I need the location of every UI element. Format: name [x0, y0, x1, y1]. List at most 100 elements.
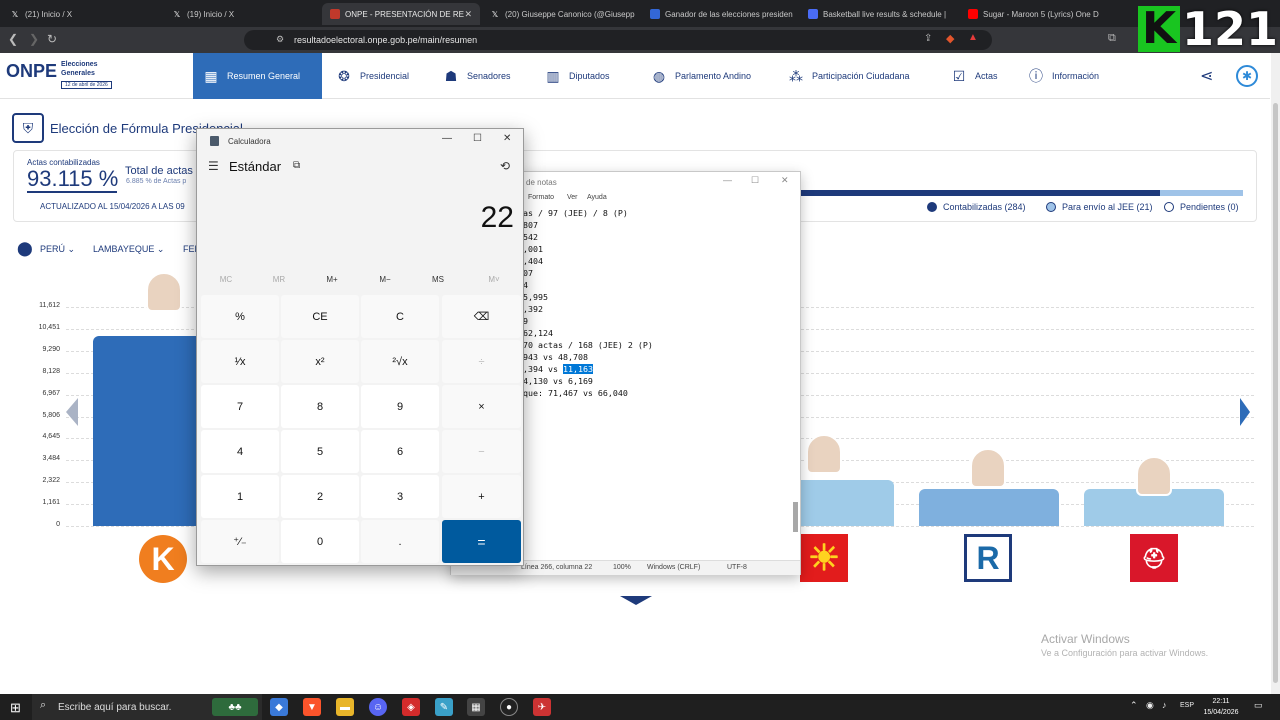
- network-icon[interactable]: ◉: [1146, 700, 1154, 711]
- square-button[interactable]: x²: [281, 340, 359, 383]
- app-icon[interactable]: ◈: [402, 698, 420, 716]
- page-scroll-thumb[interactable]: [1273, 103, 1278, 683]
- calculator-taskbar-icon[interactable]: ▦: [467, 698, 485, 716]
- accessibility-icon[interactable]: ✱: [1236, 65, 1258, 87]
- menu-ver[interactable]: Ver: [567, 194, 578, 201]
- memory-button[interactable]: M+: [312, 275, 352, 284]
- breadcrumb-lambayeque[interactable]: LAMBAYEQUE ⌄: [93, 244, 164, 255]
- memory-button[interactable]: M˅: [474, 275, 514, 284]
- nav-resumen-general[interactable]: ▦ Resumen General: [193, 53, 322, 99]
- page-scrollbar[interactable]: [1271, 53, 1280, 694]
- calculator-window[interactable]: Calculadora — ☐ ✕ ☰ Estándar ⧉ ⟲ 22 MC MR…: [196, 128, 524, 566]
- onpe-logo[interactable]: ONPE: [6, 61, 57, 82]
- nav-presidencial[interactable]: ❂ Presidencial: [336, 53, 409, 99]
- extensions-icon[interactable]: ⧉: [1108, 32, 1116, 45]
- chart-prev-arrow-icon[interactable]: [66, 398, 78, 426]
- browser-tab-active[interactable]: ONPE - PRESENTACIÓN DE RE ✕: [322, 3, 480, 25]
- share-icon[interactable]: ⇪: [924, 33, 932, 44]
- site-info-icon[interactable]: ⚙: [276, 34, 284, 45]
- nav-diputados[interactable]: ▥ Diputados: [545, 53, 609, 99]
- history-icon[interactable]: ⟲: [500, 159, 510, 173]
- copilot-icon[interactable]: ◆: [270, 698, 288, 716]
- breadcrumb-peru[interactable]: PERÚ ⌄: [40, 244, 75, 255]
- app-icon[interactable]: ✈: [533, 698, 551, 716]
- digit-8-button[interactable]: 8: [281, 385, 359, 428]
- clear-button[interactable]: C: [361, 295, 439, 338]
- hamburger-menu-icon[interactable]: ☰: [208, 159, 219, 173]
- maximize-icon[interactable]: ☐: [751, 175, 759, 186]
- menu-formato[interactable]: Formato: [528, 194, 554, 201]
- close-icon[interactable]: ✕: [781, 175, 789, 186]
- browser-tab[interactable]: Sugar - Maroon 5 (Lyrics) One D: [960, 3, 1110, 25]
- memory-button[interactable]: MC: [206, 275, 246, 284]
- language-indicator[interactable]: ESP: [1180, 702, 1194, 709]
- file-explorer-icon[interactable]: ▬: [336, 698, 354, 716]
- nav-senadores[interactable]: ☗ Senadores: [443, 53, 511, 99]
- equals-button[interactable]: =: [442, 520, 521, 563]
- taskbar-clock[interactable]: 22:11 15/04/2026: [1196, 696, 1246, 718]
- maximize-icon[interactable]: ☐: [473, 133, 482, 144]
- chart-next-arrow-icon[interactable]: [1240, 398, 1250, 426]
- memory-button[interactable]: M−: [365, 275, 405, 284]
- subtract-button[interactable]: −: [442, 430, 521, 473]
- brave-rewards-icon[interactable]: ▲: [968, 32, 978, 43]
- clear-entry-button[interactable]: CE: [281, 295, 359, 338]
- reciprocal-button[interactable]: ¹⁄x: [201, 340, 279, 383]
- digit-3-button[interactable]: 3: [361, 475, 439, 518]
- notepad-taskbar-icon[interactable]: ✎: [435, 698, 453, 716]
- multiply-button[interactable]: ×: [442, 385, 521, 428]
- add-button[interactable]: +: [442, 475, 521, 518]
- browser-tab[interactable]: 𝕏 (20) Giuseppe Canonico (@Giusepp: [482, 3, 640, 25]
- browser-tab[interactable]: 𝕏 (21) Inicio / X: [2, 3, 162, 25]
- browser-tab[interactable]: Ganador de las elecciones presiden: [642, 3, 798, 25]
- notepad-scrollbar[interactable]: [791, 207, 800, 547]
- brave-shield-icon[interactable]: ◆: [946, 32, 954, 45]
- expand-down-icon[interactable]: [620, 596, 652, 605]
- tray-overflow-icon[interactable]: ⌃: [1130, 700, 1138, 711]
- reload-icon[interactable]: ↻: [47, 32, 57, 46]
- keep-on-top-icon[interactable]: ⧉: [293, 160, 300, 171]
- menu-ayuda[interactable]: Ayuda: [587, 194, 607, 201]
- close-icon[interactable]: ✕: [503, 133, 511, 144]
- digit-2-button[interactable]: 2: [281, 475, 359, 518]
- nav-participacion-ciudadana[interactable]: ⁂ Participación Ciudadana: [788, 53, 910, 99]
- nav-label: Presidencial: [360, 71, 410, 81]
- volume-icon[interactable]: ♪: [1162, 700, 1167, 710]
- share-icon[interactable]: ⋖: [1200, 66, 1213, 86]
- brave-browser-icon[interactable]: ▼: [303, 698, 321, 716]
- digit-0-button[interactable]: 0: [281, 520, 359, 563]
- negate-button[interactable]: ⁺⁄₋: [201, 520, 279, 563]
- discord-icon[interactable]: ☺: [369, 698, 387, 716]
- windows-start-icon[interactable]: ⊞: [10, 700, 21, 716]
- browser-tab[interactable]: Basketball live results & schedule |: [800, 3, 958, 25]
- decimal-button[interactable]: .: [361, 520, 439, 563]
- forward-icon[interactable]: ❯: [29, 32, 39, 46]
- chart-bar[interactable]: [919, 489, 1059, 526]
- digit-1-button[interactable]: 1: [201, 475, 279, 518]
- square-root-button[interactable]: ²√x: [361, 340, 439, 383]
- url-input[interactable]: ⚙ resultadoelectoral.onpe.gob.pe/main/re…: [244, 30, 992, 50]
- digit-6-button[interactable]: 6: [361, 430, 439, 473]
- obs-icon[interactable]: ●: [500, 698, 518, 716]
- memory-button[interactable]: MR: [259, 275, 299, 284]
- digit-7-button[interactable]: 7: [201, 385, 279, 428]
- browser-tab[interactable]: 𝕏 (19) Inicio / X: [164, 3, 320, 25]
- nav-parlamento-andino[interactable]: ◍ Parlamento Andino: [651, 53, 751, 99]
- nav-informacion[interactable]: ⓘ Información: [1028, 53, 1099, 99]
- backspace-button[interactable]: ⌫: [442, 295, 521, 338]
- digit-5-button[interactable]: 5: [281, 430, 359, 473]
- minimize-icon[interactable]: —: [723, 175, 732, 185]
- divide-button[interactable]: ÷: [442, 340, 521, 383]
- percent-button[interactable]: %: [201, 295, 279, 338]
- notepad-text-area[interactable]: as / 97 (JEE) / 8 (P) 807 542 ,001 ,404 07 4 5,…: [523, 207, 785, 547]
- weather-widget-icon[interactable]: ♣♣: [212, 698, 258, 716]
- notifications-icon[interactable]: ▭: [1254, 700, 1263, 711]
- digit-4-button[interactable]: 4: [201, 430, 279, 473]
- digit-9-button[interactable]: 9: [361, 385, 439, 428]
- notepad-scroll-thumb[interactable]: [793, 502, 798, 532]
- nav-actas[interactable]: ☑ Actas: [951, 53, 998, 99]
- close-tab-icon[interactable]: ✕: [464, 9, 472, 20]
- minimize-icon[interactable]: —: [442, 133, 452, 144]
- back-icon[interactable]: ❮: [8, 32, 18, 46]
- memory-button[interactable]: MS: [418, 275, 458, 284]
